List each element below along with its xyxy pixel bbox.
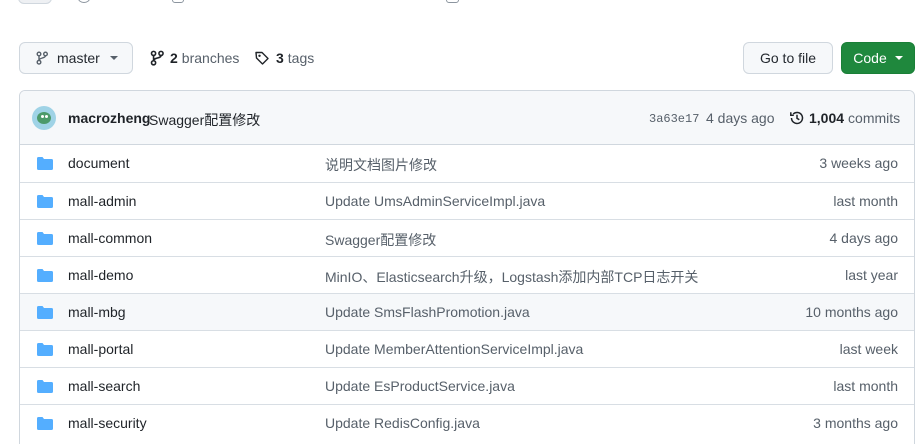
tag-icon [255, 51, 269, 65]
go-to-file-label: Go to file [759, 50, 817, 66]
file-row: mall-demo MinIO、Elasticsearch升级，Logstash… [20, 256, 914, 293]
nav-icon [78, 0, 90, 3]
file-commit-message[interactable]: Swagger配置修改 [325, 230, 436, 250]
file-row: mall-common Swagger配置修改 4 days ago [20, 219, 914, 256]
file-name[interactable]: mall-portal [68, 341, 133, 357]
file-age: last year [845, 267, 898, 283]
commit-message[interactable]: Swagger配置修改 [149, 110, 260, 130]
avatar-eye [41, 115, 44, 118]
file-list: document 说明文档图片修改 3 weeks ago mall-admin… [20, 145, 914, 441]
file-commit-message[interactable]: Update MemberAttentionServiceImpl.java [325, 341, 583, 357]
folder-icon [37, 343, 53, 356]
chevron-down-icon [894, 56, 903, 60]
avatar-eye [45, 115, 48, 118]
code-label: Code [853, 50, 887, 66]
chevron-down-icon [109, 56, 118, 60]
nav-icon [446, 0, 459, 3]
file-commit-message[interactable]: 说明文档图片修改 [325, 155, 437, 175]
folder-icon [37, 417, 53, 430]
folder-icon [37, 195, 53, 208]
file-row: document 说明文档图片修改 3 weeks ago [20, 145, 914, 182]
commit-author[interactable]: macrozheng [68, 110, 150, 126]
file-age: 4 days ago [829, 230, 899, 246]
branch-label: master [57, 50, 100, 66]
file-name[interactable]: mall-demo [68, 267, 133, 283]
branches-count: 2 [170, 50, 178, 66]
file-row: mall-search Update EsProductService.java… [20, 367, 914, 404]
folder-icon [37, 232, 53, 245]
file-age: 3 weeks ago [819, 155, 898, 171]
file-row: mall-portal Update MemberAttentionServic… [20, 330, 914, 367]
file-name[interactable]: mall-common [68, 230, 152, 246]
commits-history-link[interactable]: 1,004 commits [789, 110, 900, 126]
file-age: last month [833, 193, 898, 209]
file-age: 10 months ago [805, 304, 898, 320]
avatar[interactable] [32, 106, 56, 130]
file-row: mall-admin Update UmsAdminServiceImpl.ja… [20, 182, 914, 219]
folder-icon [37, 269, 53, 282]
file-commit-message[interactable]: MinIO、Elasticsearch升级，Logstash添加内部TCP日志开… [325, 267, 698, 287]
tags-label: tags [287, 50, 315, 66]
tags-count: 3 [276, 50, 284, 66]
commit-sha[interactable]: 3a63e17 [649, 112, 699, 126]
tags-link[interactable]: 3 tags [254, 42, 314, 74]
latest-commit-bar: macrozheng Swagger配置修改 3a63e17 4 days ag… [20, 91, 914, 145]
file-commit-message[interactable]: Update RedisConfig.java [325, 415, 480, 431]
commit-time: 4 days ago [706, 110, 775, 126]
branch-select-button[interactable]: master [19, 42, 133, 74]
code-button[interactable]: Code [841, 42, 915, 74]
folder-icon [37, 380, 53, 393]
branches-label: branches [181, 50, 240, 66]
file-name[interactable]: mall-admin [68, 193, 136, 209]
branches-link[interactable]: 2 branches [150, 42, 239, 74]
avatar-face [37, 112, 51, 124]
top-nav-remnant [0, 0, 916, 6]
file-age: last month [833, 378, 898, 394]
file-commit-message[interactable]: Update SmsFlashPromotion.java [325, 304, 530, 320]
file-age: last week [839, 341, 898, 357]
file-browser: macrozheng Swagger配置修改 3a63e17 4 days ag… [19, 90, 915, 444]
file-commit-message[interactable]: Update UmsAdminServiceImpl.java [325, 193, 545, 209]
git-branch-icon [36, 51, 48, 65]
history-icon [790, 111, 804, 125]
nav-pill [18, 0, 52, 4]
go-to-file-button[interactable]: Go to file [743, 42, 833, 74]
file-age: 3 months ago [813, 415, 898, 431]
nav-icon [172, 0, 184, 3]
folder-icon [37, 306, 53, 319]
file-name[interactable]: mall-search [68, 378, 140, 394]
file-row: mall-security Update RedisConfig.java 3 … [20, 404, 914, 441]
file-name[interactable]: mall-mbg [68, 304, 126, 320]
file-commit-message[interactable]: Update EsProductService.java [325, 378, 515, 394]
commits-count: 1,004 [809, 110, 845, 126]
folder-icon [37, 157, 53, 170]
file-name[interactable]: mall-security [68, 415, 147, 431]
file-name[interactable]: document [68, 155, 129, 171]
branches-icon [150, 50, 164, 66]
repo-toolbar: master 2 branches 3 tags Go to file Code [19, 42, 915, 74]
commits-label: commits [848, 110, 901, 126]
file-row: mall-mbg Update SmsFlashPromotion.java 1… [20, 293, 914, 330]
